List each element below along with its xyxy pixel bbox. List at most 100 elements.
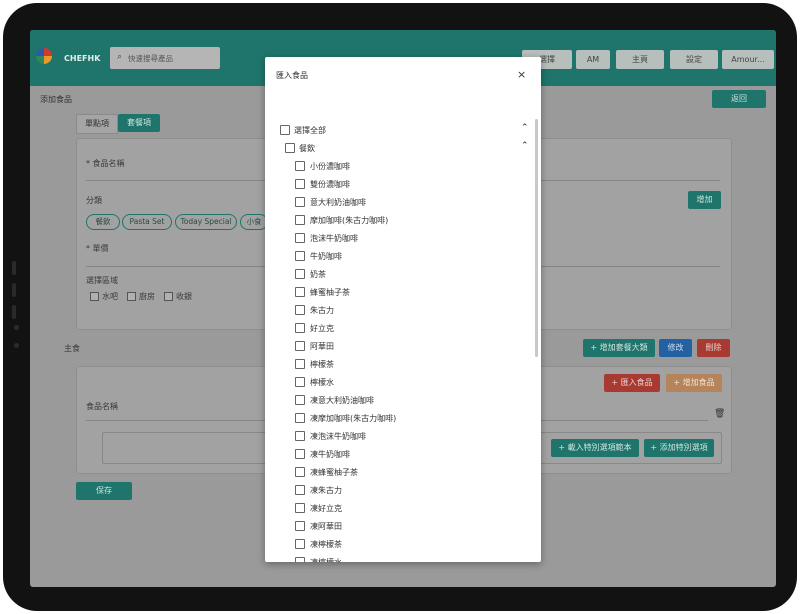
- food-item-label: 牛奶咖啡: [310, 252, 342, 261]
- food-item-checkbox[interactable]: [295, 197, 305, 207]
- area-checkbox[interactable]: [90, 292, 99, 301]
- save-button[interactable]: 保存: [76, 482, 132, 500]
- food-item-row[interactable]: 凍泡沫牛奶咖啡: [265, 428, 535, 444]
- food-item-label: 凍摩加咖啡(朱古力咖啡): [310, 414, 397, 423]
- food-item-checkbox[interactable]: [295, 521, 305, 531]
- food-item-row[interactable]: 凍阿華田: [265, 518, 535, 534]
- load-template-button[interactable]: + 載入特別選項範本: [551, 439, 639, 457]
- category-chip[interactable]: Pasta Set: [122, 214, 172, 230]
- import-food-modal: 匯入食品 × 選擇全部 ⌃ 餐飲 ⌃ 小份濃咖啡 雙份濃咖啡 意大利奶油咖啡 摩加咖啡(朱…: [265, 57, 541, 562]
- tablet-frame: CHEFHK ⌕ 快速搜尋產品 選擇 AM 主頁 設定 Amour... 添加食…: [3, 3, 797, 611]
- select-all-row[interactable]: 選擇全部 ⌃: [265, 122, 535, 138]
- app-screen: CHEFHK ⌕ 快速搜尋產品 選擇 AM 主頁 設定 Amour... 添加食…: [30, 30, 776, 587]
- food-item-row[interactable]: 凍檸檬茶: [265, 536, 535, 552]
- category-chip[interactable]: 小食: [240, 214, 268, 230]
- food-item-row[interactable]: 小份濃咖啡: [265, 158, 535, 174]
- user-menu[interactable]: Amour...: [722, 50, 774, 69]
- group-checkbox[interactable]: [285, 143, 295, 153]
- search-input[interactable]: ⌕ 快速搜尋產品: [110, 47, 220, 69]
- food-item-checkbox[interactable]: [295, 485, 305, 495]
- tab-set-item[interactable]: 套餐項: [118, 114, 160, 132]
- am-dropdown[interactable]: AM: [576, 50, 610, 69]
- food-item-label: 好立克: [310, 324, 334, 333]
- trash-icon[interactable]: 🗑: [714, 409, 725, 419]
- area-checkbox[interactable]: [164, 292, 173, 301]
- food-item-row[interactable]: 好立克: [265, 320, 535, 336]
- food-item-checkbox[interactable]: [295, 305, 305, 315]
- rainbow-logo-icon: [36, 48, 52, 64]
- food-item-checkbox[interactable]: [295, 503, 305, 513]
- food-item-row[interactable]: 凍朱古力: [265, 482, 535, 498]
- category-chip[interactable]: Today Special: [175, 214, 237, 230]
- add-special-option-button[interactable]: + 添加特別選項: [644, 439, 714, 457]
- food-item-row[interactable]: 凍檸檬水: [265, 554, 535, 562]
- select-all-checkbox[interactable]: [280, 125, 290, 135]
- food-item-checkbox[interactable]: [295, 341, 305, 351]
- search-icon: ⌕: [117, 52, 123, 62]
- volume-button: [12, 283, 16, 297]
- home-button[interactable]: 主頁: [616, 50, 664, 69]
- food-item-checkbox[interactable]: [295, 395, 305, 405]
- import-food-button[interactable]: + 匯入食品: [604, 374, 660, 392]
- food-item-checkbox[interactable]: [295, 323, 305, 333]
- food-item-row[interactable]: 檸檬水: [265, 374, 535, 390]
- tab-single-item[interactable]: 單點項: [76, 114, 118, 134]
- food-item-checkbox[interactable]: [295, 539, 305, 549]
- food-item-row[interactable]: 奶茶: [265, 266, 535, 282]
- chevron-icon[interactable]: ⌃: [521, 141, 529, 151]
- food-item-row[interactable]: 凍好立克: [265, 500, 535, 516]
- add-food-button[interactable]: + 增加食品: [666, 374, 722, 392]
- main-food-label: 主食: [64, 344, 80, 353]
- food-item-checkbox[interactable]: [295, 557, 305, 562]
- food-item-checkbox[interactable]: [295, 161, 305, 171]
- food-item-checkbox[interactable]: [295, 179, 305, 189]
- chevron-up-icon[interactable]: ⌃: [521, 123, 529, 133]
- food-item-checkbox[interactable]: [295, 233, 305, 243]
- food-item-row[interactable]: 摩加咖啡(朱古力咖啡): [265, 212, 535, 228]
- sensor-icon: [14, 343, 19, 348]
- category-chip[interactable]: 餐飲: [86, 214, 120, 230]
- food-item-checkbox[interactable]: [295, 215, 305, 225]
- close-icon[interactable]: ×: [517, 68, 526, 81]
- return-button[interactable]: 返回: [712, 90, 766, 108]
- add-category-button[interactable]: 增加: [688, 191, 721, 209]
- food-item-checkbox[interactable]: [295, 251, 305, 261]
- food-item-row[interactable]: 檸檬茶: [265, 356, 535, 372]
- select-all-label: 選擇全部: [294, 126, 326, 135]
- area-water-bar: 水吧: [102, 292, 118, 301]
- food-item-checkbox[interactable]: [295, 413, 305, 423]
- area-checkbox[interactable]: [127, 292, 136, 301]
- food-item-row[interactable]: 凍牛奶咖啡: [265, 446, 535, 462]
- food-item-checkbox[interactable]: [295, 287, 305, 297]
- food-item-label: 凍檸檬水: [310, 557, 342, 562]
- delete-button[interactable]: 刪除: [697, 339, 730, 357]
- food-item-row[interactable]: 牛奶咖啡: [265, 248, 535, 264]
- food-item-row[interactable]: 凍蜂蜜柚子茶: [265, 464, 535, 480]
- food-item-row[interactable]: 意大利奶油咖啡: [265, 194, 535, 210]
- food-item-checkbox[interactable]: [295, 359, 305, 369]
- food-item-row[interactable]: 朱古力: [265, 302, 535, 318]
- food-item-label: 檸檬茶: [310, 360, 334, 369]
- food-item-row[interactable]: 雙份濃咖啡: [265, 176, 535, 192]
- food-tree-list: 選擇全部 ⌃ 餐飲 ⌃ 小份濃咖啡雙份濃咖啡意大利奶油咖啡 摩加咖啡(朱古力咖啡) 泡沫…: [265, 119, 541, 562]
- food-item-checkbox[interactable]: [295, 467, 305, 477]
- food-item-row[interactable]: 泡沫牛奶咖啡: [265, 230, 535, 246]
- group-row-0[interactable]: 餐飲 ⌃: [265, 140, 535, 156]
- edit-button[interactable]: 修改: [659, 339, 692, 357]
- food-item-row[interactable]: 蜂蜜柚子茶: [265, 284, 535, 300]
- food-item-row[interactable]: 阿華田: [265, 338, 535, 354]
- food-item-label: 奶茶: [310, 270, 326, 279]
- brand-name: CHEFHK: [64, 54, 101, 63]
- food-item-checkbox[interactable]: [295, 431, 305, 441]
- food-item-row[interactable]: 凍意大利奶油咖啡: [265, 392, 535, 408]
- food-item-row[interactable]: 凍摩加咖啡(朱古力咖啡): [265, 410, 535, 426]
- food-item-label: 小份濃咖啡: [310, 162, 350, 171]
- food-item-checkbox[interactable]: [295, 449, 305, 459]
- main-food-name-label: 食品名稱: [86, 402, 118, 411]
- search-placeholder: 快速搜尋產品: [128, 54, 173, 63]
- add-set-group-button[interactable]: + 增加套餐大類: [583, 339, 655, 357]
- settings-button[interactable]: 設定: [670, 50, 718, 69]
- food-item-checkbox[interactable]: [295, 269, 305, 279]
- food-item-checkbox[interactable]: [295, 377, 305, 387]
- food-item-label: 凍檸檬茶: [310, 540, 342, 549]
